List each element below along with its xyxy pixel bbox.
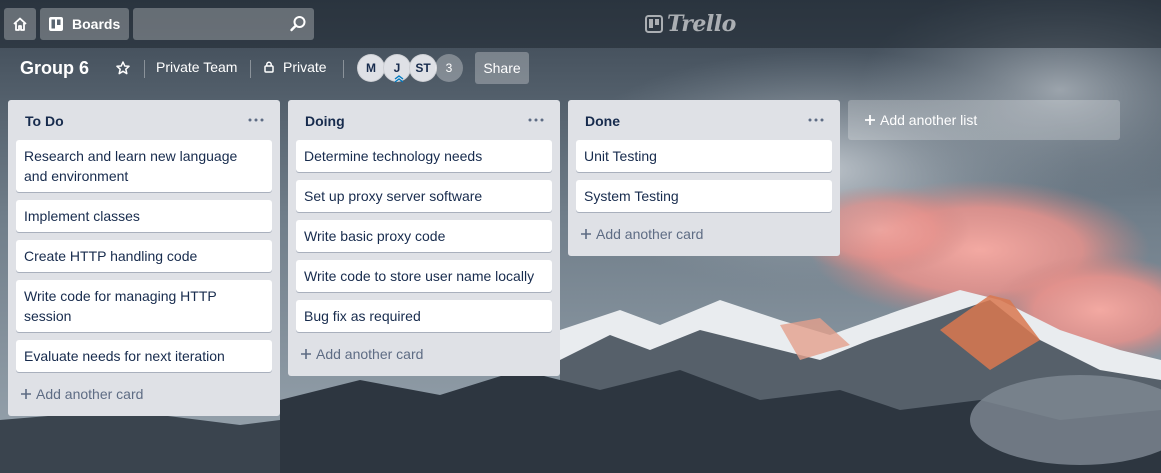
home-icon — [13, 17, 27, 31]
avatar-initials: M — [366, 61, 376, 75]
list-title[interactable]: To Do — [25, 113, 64, 129]
card[interactable]: Evaluate needs for next iteration — [16, 340, 272, 372]
card[interactable]: Bug fix as required — [296, 300, 552, 332]
member-avatar[interactable]: J — [383, 54, 411, 83]
team-button[interactable]: Private Team — [156, 59, 237, 75]
star-icon — [116, 61, 130, 75]
card[interactable]: Write code for managing HTTP session — [16, 280, 272, 332]
list-menu-button[interactable] — [524, 110, 548, 130]
card[interactable]: Implement classes — [16, 200, 272, 232]
logo-text: Trello — [667, 11, 736, 37]
list-header: To Do — [16, 100, 272, 140]
header-divider — [250, 60, 251, 78]
add-card-label: Add another card — [316, 346, 424, 362]
list-to-do[interactable]: To Do Research and learn new language an… — [8, 100, 280, 416]
card[interactable]: Set up proxy server software — [296, 180, 552, 212]
search-icon[interactable] — [288, 14, 308, 34]
add-card-button[interactable]: Add another card — [296, 340, 552, 368]
card[interactable]: Unit Testing — [576, 140, 832, 172]
boards-label: Boards — [72, 16, 121, 32]
ellipsis-icon — [248, 118, 264, 122]
list-menu-button[interactable] — [244, 110, 268, 130]
card[interactable]: Determine technology needs — [296, 140, 552, 172]
card[interactable]: Write basic proxy code — [296, 220, 552, 252]
boards-icon — [49, 17, 63, 31]
list-menu-button[interactable] — [804, 110, 828, 130]
add-list-label: Add another list — [880, 112, 978, 128]
plus-icon — [865, 115, 875, 125]
ellipsis-icon — [528, 118, 544, 122]
lock-icon — [264, 61, 274, 73]
add-list-button[interactable]: Add another list — [848, 100, 1120, 140]
board-title[interactable]: Group 6 — [20, 58, 89, 79]
ellipsis-icon — [808, 118, 824, 122]
card[interactable]: Write code to store user name locally — [296, 260, 552, 292]
add-card-button[interactable]: Add another card — [16, 380, 272, 408]
avatar-initials: ST — [415, 61, 431, 75]
trello-logo-icon — [645, 15, 663, 33]
visibility-label: Private — [283, 59, 327, 75]
trello-logo[interactable]: Trello — [645, 11, 736, 37]
add-card-label: Add another card — [596, 226, 704, 242]
board-header: Group 6 Private Team Private M J ST 3 Sh… — [0, 48, 1161, 88]
plus-icon — [581, 229, 591, 239]
search-input[interactable] — [133, 8, 314, 40]
star-board-button[interactable] — [112, 57, 134, 79]
visibility-button[interactable]: Private — [263, 59, 327, 75]
member-avatar[interactable]: M — [357, 54, 385, 82]
list-header: Done — [576, 100, 832, 140]
admin-chevron-icon — [394, 75, 404, 83]
more-members-button[interactable]: 3 — [435, 54, 463, 82]
share-button[interactable]: Share — [475, 52, 529, 84]
avatar-initials: J — [393, 61, 401, 75]
list-doing[interactable]: Doing Determine technology needs Set up … — [288, 100, 560, 376]
card[interactable]: Create HTTP handling code — [16, 240, 272, 272]
header-divider — [144, 60, 145, 78]
list-header: Doing — [296, 100, 552, 140]
card[interactable]: System Testing — [576, 180, 832, 212]
card[interactable]: Research and learn new language and envi… — [16, 140, 272, 192]
list-title[interactable]: Doing — [305, 113, 345, 129]
plus-icon — [301, 349, 311, 359]
list-done[interactable]: Done Unit Testing System Testing Add ano… — [568, 100, 840, 256]
member-avatar[interactable]: ST — [409, 54, 437, 82]
header-divider — [343, 60, 344, 78]
boards-button[interactable]: Boards — [40, 8, 129, 40]
add-card-label: Add another card — [36, 386, 144, 402]
top-navigation-bar: Boards Trello — [0, 0, 1161, 48]
plus-icon — [21, 389, 31, 399]
more-members-count: 3 — [445, 61, 453, 75]
list-title[interactable]: Done — [585, 113, 620, 129]
home-button[interactable] — [4, 8, 36, 40]
add-card-button[interactable]: Add another card — [576, 220, 832, 248]
